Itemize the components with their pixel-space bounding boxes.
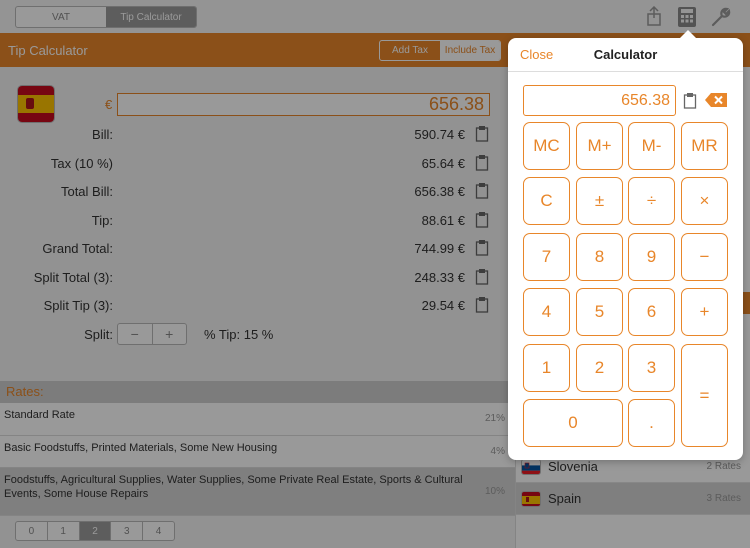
popover-header: Calculator Close — [508, 38, 743, 72]
key-equals[interactable]: = — [681, 344, 728, 447]
calculator-popover: Calculator Close 656.38 MC M+ M- MR C ± … — [508, 30, 743, 460]
clipboard-icon[interactable] — [683, 92, 697, 114]
key-divide[interactable]: ÷ — [628, 177, 675, 225]
key-decimal[interactable]: . — [628, 399, 675, 447]
backspace-icon[interactable] — [704, 92, 728, 113]
key-8[interactable]: 8 — [576, 233, 623, 281]
key-multiply[interactable]: × — [681, 177, 728, 225]
close-button[interactable]: Close — [520, 47, 553, 62]
calculator-display[interactable]: 656.38 — [523, 85, 676, 116]
key-add[interactable]: + — [681, 288, 728, 336]
key-4[interactable]: 4 — [523, 288, 570, 336]
key-mr[interactable]: MR — [681, 122, 728, 170]
key-3[interactable]: 3 — [628, 344, 675, 392]
key-m-plus[interactable]: M+ — [576, 122, 623, 170]
key-mc[interactable]: MC — [523, 122, 570, 170]
key-0[interactable]: 0 — [523, 399, 623, 447]
key-9[interactable]: 9 — [628, 233, 675, 281]
key-6[interactable]: 6 — [628, 288, 675, 336]
key-1[interactable]: 1 — [523, 344, 570, 392]
key-plus-minus[interactable]: ± — [576, 177, 623, 225]
key-2[interactable]: 2 — [576, 344, 623, 392]
key-m-minus[interactable]: M- — [628, 122, 675, 170]
key-5[interactable]: 5 — [576, 288, 623, 336]
key-clear[interactable]: C — [523, 177, 570, 225]
key-7[interactable]: 7 — [523, 233, 570, 281]
key-subtract[interactable]: − — [681, 233, 728, 281]
